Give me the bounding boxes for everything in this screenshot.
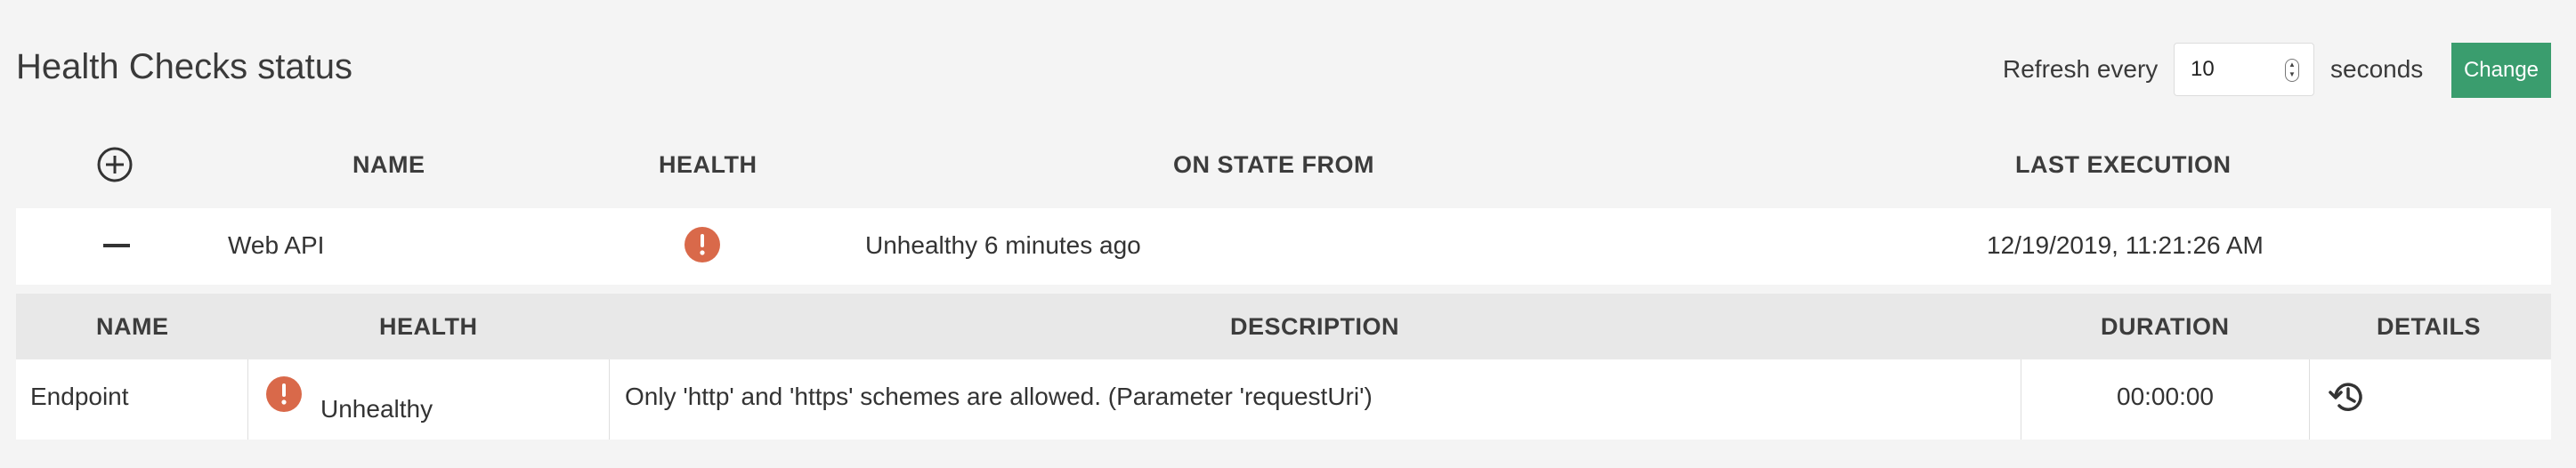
detail-header-name: NAME bbox=[96, 313, 169, 340]
column-header-on-state-from: ON STATE FROM bbox=[1173, 151, 1374, 178]
detail-header-description: DESCRIPTION bbox=[1230, 313, 1400, 340]
collapse-minus-icon[interactable] bbox=[103, 244, 130, 247]
detail-header-details: DETAILS bbox=[2377, 313, 2481, 340]
table-row: Endpoint Unhealthy Only 'http' and 'http… bbox=[16, 359, 2551, 440]
column-header-name: NAME bbox=[352, 151, 425, 178]
column-divider bbox=[2309, 359, 2310, 440]
table-row[interactable]: Web API Unhealthy 6 minutes ago 12/19/20… bbox=[16, 208, 2551, 285]
history-icon[interactable] bbox=[2327, 377, 2366, 416]
refresh-interval-value: 10 bbox=[2191, 57, 2215, 81]
change-button[interactable]: Change bbox=[2451, 43, 2551, 98]
column-divider bbox=[247, 359, 248, 440]
refresh-interval-input[interactable]: 10 ▲ ▼ bbox=[2174, 43, 2314, 96]
column-divider bbox=[609, 359, 610, 440]
detail-table-header: NAME HEALTH DESCRIPTION DURATION DETAILS bbox=[16, 294, 2551, 359]
service-name: Web API bbox=[228, 231, 325, 259]
check-health-status: Unhealthy bbox=[320, 395, 433, 423]
seconds-label: seconds bbox=[2330, 55, 2424, 83]
detail-table: NAME HEALTH DESCRIPTION DURATION DETAILS… bbox=[16, 294, 2551, 440]
exclamation-circle-icon bbox=[685, 227, 720, 262]
check-duration: 00:00:00 bbox=[2117, 383, 2214, 410]
plus-circle-icon[interactable] bbox=[96, 146, 134, 183]
on-state-from-value: Unhealthy 6 minutes ago bbox=[865, 231, 1141, 259]
exclamation-circle-icon bbox=[266, 376, 302, 412]
spinner-arrows-icon[interactable]: ▲ ▼ bbox=[2285, 59, 2299, 82]
column-header-last-execution: LAST EXECUTION bbox=[2015, 151, 2232, 178]
refresh-label: Refresh every bbox=[2003, 55, 2159, 83]
column-header-health: HEALTH bbox=[659, 151, 757, 178]
detail-header-health: HEALTH bbox=[379, 313, 478, 340]
last-execution-value: 12/19/2019, 11:21:26 AM bbox=[1987, 231, 2264, 259]
check-description: Only 'http' and 'https' schemes are allo… bbox=[625, 383, 1373, 410]
check-name: Endpoint bbox=[30, 383, 129, 410]
page-title: Health Checks status bbox=[16, 47, 352, 86]
detail-header-duration: DURATION bbox=[2101, 313, 2230, 340]
